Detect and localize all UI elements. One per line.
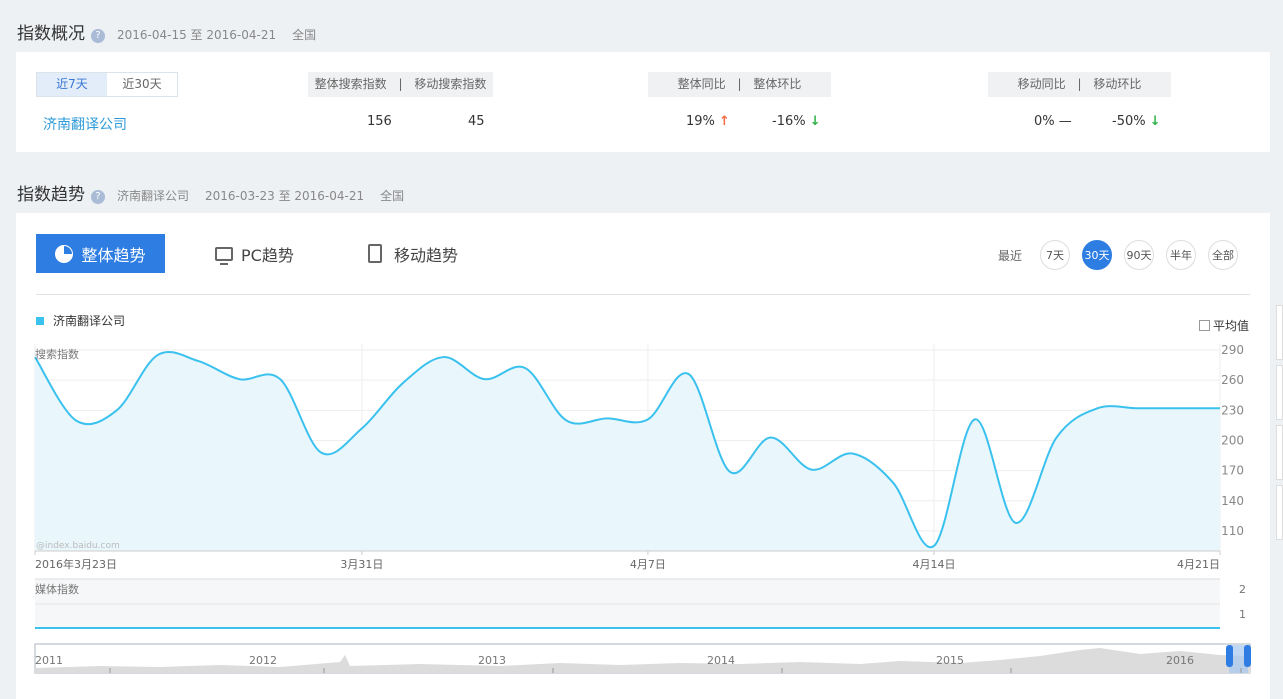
- y-tick-label: 140: [1221, 494, 1244, 508]
- x-tick-label: 4月14日: [912, 558, 955, 571]
- x-tick-labels: 2016年3月23日 3月31日 4月7日 4月14日 4月21日: [34, 551, 1221, 571]
- y-tick-label: 200: [1221, 433, 1244, 447]
- x-tick-label: 4月21日: [1177, 558, 1220, 571]
- x-tick-label: 4月7日: [630, 558, 666, 571]
- timeline-year: 2015: [936, 654, 964, 667]
- media-label: 媒体指数: [35, 582, 79, 596]
- search-index-chart: 搜索指数 290 260 230 200 170 140 110 @index.baidu.…: [34, 343, 1251, 674]
- timeline-year: 2013: [478, 654, 506, 667]
- y-tick-label: 260: [1221, 373, 1244, 387]
- timeline-year: 2014: [707, 654, 735, 667]
- timeline-year: 2011: [35, 654, 63, 667]
- y-tick-label: 110: [1221, 524, 1244, 538]
- timeline-left-handle[interactable]: [1226, 645, 1233, 667]
- watermark: @index.baidu.com: [36, 541, 120, 551]
- media-tick-2: 2: [1239, 583, 1246, 596]
- x-tick-label: 2016年3月23日: [35, 557, 117, 571]
- side-tab[interactable]: [1276, 305, 1283, 360]
- y-tick-label: 170: [1221, 464, 1244, 478]
- y-tick-label: 230: [1221, 403, 1244, 417]
- timeline-year: 2016: [1166, 654, 1194, 667]
- side-tab[interactable]: [1276, 485, 1283, 540]
- y-tick-labels: 290 260 230 200 170 140 110: [1221, 343, 1244, 538]
- timeline-right-handle[interactable]: [1244, 645, 1251, 667]
- media-tick-1: 1: [1239, 608, 1246, 621]
- x-tick-label: 3月31日: [340, 558, 383, 571]
- y-axis-label: 搜索指数: [35, 347, 79, 361]
- timeline-year: 2012: [249, 654, 277, 667]
- side-tab[interactable]: [1276, 365, 1283, 420]
- side-tab[interactable]: [1276, 425, 1283, 480]
- y-tick-label: 290: [1221, 343, 1244, 357]
